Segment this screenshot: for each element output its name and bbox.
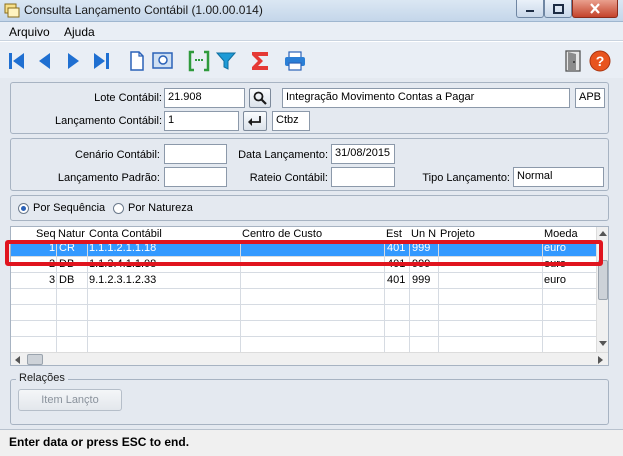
last-record-button[interactable] [90,50,112,72]
search-icon [253,91,267,105]
code-bracket-button[interactable] [188,50,210,72]
rateio-field[interactable] [331,167,395,187]
help-button[interactable]: ? [589,50,611,72]
empty-row [11,321,596,337]
title-bar: Consulta Lançamento Contábil (1.00.00.01… [0,0,623,22]
lancamento-padrao-field[interactable] [164,167,227,187]
help-icon: ? [589,50,611,72]
selection-highlight-annotation [5,240,603,266]
print-button[interactable] [284,50,306,72]
first-record-icon [9,53,24,69]
exit-button[interactable] [562,50,584,72]
vertical-scroll-thumb[interactable] [598,260,608,300]
col-moeda[interactable]: Moeda [544,228,578,240]
sigma-button[interactable] [249,50,271,72]
col-natur[interactable]: Natur [58,228,85,240]
minimize-icon [526,9,534,12]
lote-description-field: Integração Movimento Contas a Pagar [282,88,570,108]
filter-button[interactable] [215,50,237,72]
menu-ajuda[interactable]: Ajuda [64,25,95,39]
toolbar: ? [0,42,623,78]
status-text: Enter data or press ESC to end. [9,435,190,449]
code-bracket-icon [188,50,210,72]
lancamento-enter-button[interactable] [243,111,267,131]
lote-label: Lote Contábil: [94,92,162,104]
empty-row [11,289,596,305]
status-bar: Enter data or press ESC to end. [0,429,623,456]
first-record-button[interactable] [6,50,28,72]
col-est[interactable]: Est [386,228,402,240]
previous-record-button[interactable] [34,50,56,72]
col-projeto[interactable]: Projeto [440,228,475,240]
sort-natureza-radio[interactable] [113,203,124,214]
data-lancamento-field[interactable]: 31/08/2015 [331,144,395,164]
preview-icon [152,52,173,69]
preview-button[interactable] [152,50,174,72]
col-seq[interactable]: Seq [36,228,56,240]
cell-un: 999 [412,274,431,286]
new-document-button[interactable] [126,50,148,72]
tipo-lancamento-field[interactable]: Normal [513,167,604,187]
cell-conta: 9.1.2.3.1.2.33 [89,274,157,286]
col-un[interactable]: Un N [411,228,436,240]
sort-natureza-label: Por Natureza [128,202,193,214]
sort-sequencia-label: Por Sequência [33,202,106,214]
print-icon [285,51,305,71]
lote-code-field: APB [575,88,605,108]
filter-icon [215,52,237,70]
new-document-icon [130,51,144,71]
item-lancto-button[interactable]: Item Lançto [18,389,122,411]
cell-est: 401 [387,274,406,286]
lancamento-padrao-label: Lançamento Padrão: [57,172,160,184]
scroll-left-icon [15,356,20,364]
sigma-icon [252,52,268,70]
lancamento-label: Lançamento Contábil: [54,115,162,127]
lancamento-code-field: Ctbz [272,111,310,131]
svg-text:?: ? [596,53,605,69]
minimize-button[interactable] [516,0,544,18]
cenario-field[interactable] [164,144,227,164]
maximize-icon [552,3,564,14]
last-record-icon [94,53,109,69]
enter-arrow-icon [248,116,261,126]
empty-row [11,305,596,321]
exit-door-icon [565,50,581,72]
rateio-label: Rateio Contábil: [249,172,328,184]
cell-moeda: euro [544,274,567,286]
cell-seq: 3 [49,274,56,286]
lote-input[interactable]: 21.908 [164,88,245,108]
col-centro-custo[interactable]: Centro de Custo [242,228,322,240]
empty-row [11,337,596,353]
tipo-lancamento-label: Tipo Lançamento: [422,172,510,184]
close-icon [590,3,600,14]
lancamento-input[interactable]: 1 [164,111,239,131]
window-title: Consulta Lançamento Contábil (1.00.00.01… [24,3,263,17]
horizontal-scrollbar[interactable] [11,352,608,365]
data-lancamento-label: Data Lançamento: [238,149,328,161]
horizontal-scroll-thumb[interactable] [27,354,43,365]
menu-arquivo[interactable]: Arquivo [9,25,50,39]
menu-bar: Arquivo Ajuda [0,22,623,41]
cenario-label: Cenário Contábil: [75,149,160,161]
maximize-button[interactable] [544,0,572,18]
close-button[interactable] [572,0,618,18]
sort-sequencia-radio[interactable] [18,203,29,214]
scroll-right-icon [598,356,603,364]
next-record-button[interactable] [62,50,84,72]
scroll-up-icon [599,231,607,236]
lote-search-button[interactable] [249,88,271,108]
next-record-icon [68,53,79,69]
cell-natur: DB [59,274,75,286]
col-conta[interactable]: Conta Contábil [89,228,162,240]
app-icon [4,3,20,18]
table-row[interactable]: 3 DB 9.1.2.3.1.2.33 401 999 euro [11,273,596,289]
grid-header: Seq Natur Conta Contábil Centro de Custo… [11,227,596,241]
relations-legend: Relações [16,372,68,384]
scroll-down-icon [599,341,607,346]
previous-record-icon [39,53,50,69]
